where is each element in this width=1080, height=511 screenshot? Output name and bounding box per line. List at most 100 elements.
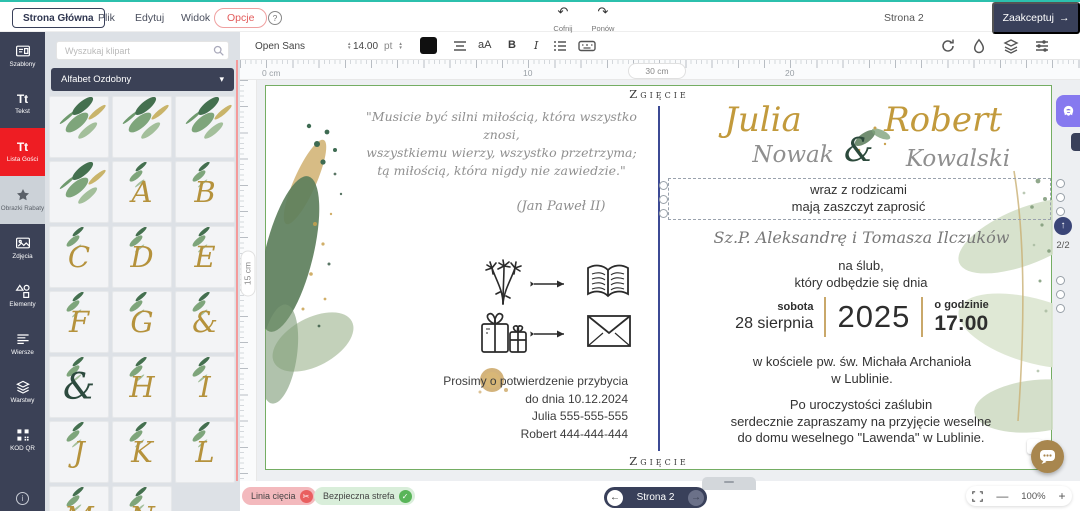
fit-screen-icon[interactable] — [972, 491, 983, 502]
info-button[interactable]: i — [0, 488, 45, 506]
help-icon[interactable]: ? — [268, 11, 282, 25]
guest-list-icon: Tt — [17, 141, 28, 154]
letter-tile-l[interactable]: L — [175, 421, 235, 483]
selection-handle[interactable] — [1056, 276, 1065, 285]
ink-drop-icon[interactable] — [971, 38, 987, 54]
text-color-swatch[interactable] — [420, 37, 437, 54]
undo-button[interactable]: ↶ Cofnij — [545, 5, 581, 36]
time-label: o godzinie — [934, 299, 988, 312]
intro-text[interactable]: wraz z rodzicami mają zaszczyt zaprosić — [736, 181, 981, 215]
quote-text[interactable]: "Musicie być silni miłością, która wszys… — [354, 108, 649, 180]
selection-handle[interactable] — [659, 181, 668, 190]
rail-item-wiersze[interactable]: Wiersze — [0, 320, 45, 368]
envelope-icon — [586, 314, 632, 348]
font-size-select[interactable]: 14.00 pt ▲▼ — [353, 32, 403, 60]
day: 28 sierpnia — [735, 314, 813, 333]
assistant-button[interactable] — [1056, 95, 1080, 127]
rail-item-kod-qr[interactable]: KOD QR — [0, 416, 45, 464]
menu-plik[interactable]: Plik — [98, 12, 115, 24]
clipart-tile[interactable] — [49, 96, 109, 158]
home-button[interactable]: Strona Główna — [12, 8, 105, 28]
rail-item-warstwy[interactable]: Warstwy — [0, 368, 45, 416]
names-ampersand[interactable]: & — [844, 130, 873, 169]
letter-tile-g[interactable]: G — [112, 291, 172, 353]
rail-item-lista-gosci[interactable]: Tt Lista Gości — [0, 128, 45, 176]
letter-tile-n[interactable]: N — [112, 486, 172, 511]
rail-item-obrazki-rabaty[interactable]: Obrazki Rabaty — [0, 176, 45, 224]
groom-last-name[interactable]: Kowalski — [878, 146, 1038, 172]
format-toolbar: Open Sans ▲▼ 14.00 pt ▲▼ aA B I — [240, 32, 1080, 60]
party-text[interactable]: Po uroczystości zaślubin serdecznie zapr… — [679, 397, 1043, 447]
letter-tile-h[interactable]: H — [112, 356, 172, 418]
invitation-page[interactable]: Zgięcie Zgięcie "Musicie być silni miłoś… — [265, 85, 1052, 470]
italic-button[interactable]: I — [534, 39, 538, 52]
chat-button[interactable] — [1031, 440, 1064, 473]
quote-author[interactable]: (Jan Paweł II) — [476, 199, 646, 214]
text-case-button[interactable]: aA — [478, 39, 491, 51]
letter-tile-c[interactable]: C — [49, 226, 109, 288]
letter-tile-j[interactable]: J — [49, 421, 109, 483]
rail-item-zdjecia[interactable]: Zdjęcia — [0, 224, 45, 272]
category-dropdown[interactable]: Alfabet Ozdobny ▾ — [51, 68, 234, 91]
scroll-up-button[interactable]: ↑ — [1054, 217, 1072, 235]
letter-tile-k[interactable]: K — [112, 421, 172, 483]
letter-tile-e[interactable]: E — [175, 226, 235, 288]
topbar: Strona Główna Plik Edytuj Widok Opcje ? … — [0, 0, 1080, 32]
list-icon[interactable] — [552, 38, 568, 54]
ampersand-tile[interactable]: & — [175, 291, 235, 353]
rotate-icon[interactable] — [940, 38, 956, 54]
ruler-label: 20 — [785, 68, 794, 78]
selection-handle[interactable] — [1056, 290, 1065, 299]
align-center-icon[interactable] — [452, 38, 468, 54]
guests-names[interactable]: Sz.P. Aleksandrę i Tomasza Ilczuków — [694, 228, 1029, 247]
panel-scroll-indicator[interactable] — [236, 60, 238, 481]
date-block[interactable]: sobota 28 sierpnia 2025 o godzinie 17:00 — [706, 293, 1018, 341]
photos-icon — [15, 235, 31, 251]
letter-tile-i[interactable]: I — [175, 356, 235, 418]
selection-handle[interactable] — [659, 209, 668, 218]
rail-item-szablony[interactable]: Szablony — [0, 32, 45, 80]
accept-button[interactable]: Zaakceptuj → — [992, 2, 1080, 34]
zoom-in-button[interactable]: + — [1058, 489, 1065, 503]
layers-icon[interactable] — [1003, 38, 1019, 54]
clipart-tile[interactable] — [175, 96, 235, 158]
letter-tile-b[interactable]: B — [175, 161, 235, 223]
bold-button[interactable]: B — [508, 39, 516, 51]
special-characters-icon[interactable] — [578, 38, 596, 54]
safe-zone-toggle[interactable]: Bezpieczna strefa ✓ — [314, 487, 415, 505]
collapsed-panel-tab[interactable] — [1071, 133, 1080, 151]
zoom-out-button[interactable]: — — [996, 489, 1008, 503]
clipart-tile[interactable] — [49, 161, 109, 223]
search-input[interactable] — [56, 41, 229, 60]
font-family-select[interactable]: Open Sans ▲▼ — [255, 32, 352, 60]
canvas[interactable]: Zgięcie Zgięcie "Musicie być silni miłoś… — [240, 80, 1080, 481]
menu-widok[interactable]: Widok — [181, 12, 210, 24]
selection-handle[interactable] — [1056, 304, 1065, 313]
previous-page-button[interactable]: ← — [607, 490, 623, 506]
menu-edytuj[interactable]: Edytuj — [135, 12, 164, 24]
next-page-button[interactable]: → — [688, 490, 704, 506]
bride-first-name[interactable]: Julia — [678, 100, 848, 140]
selection-handle[interactable] — [1056, 207, 1065, 216]
church-text[interactable]: w kościele pw. św. Michała Archanioła w … — [706, 353, 1018, 387]
rsvp-text[interactable]: Prosimy o potwierdzenie przybycia do dni… — [406, 373, 628, 443]
groom-first-name[interactable]: Robert — [858, 100, 1028, 140]
letter-tile-a[interactable]: A — [112, 161, 172, 223]
selection-handle[interactable] — [1056, 193, 1065, 202]
redo-button[interactable]: ↷ Ponów — [585, 5, 621, 36]
event-text[interactable]: na ślub, który odbędzie się dnia — [736, 257, 986, 291]
rail-item-tekst[interactable]: Tt Tekst — [0, 80, 45, 128]
letter-tile-d[interactable]: D — [112, 226, 172, 288]
selection-handle[interactable] — [1056, 179, 1065, 188]
cut-line-toggle[interactable]: Linia cięcia ✂ — [242, 487, 316, 505]
letter-tile-f[interactable]: F — [49, 291, 109, 353]
rail-item-elementy[interactable]: Elementy — [0, 272, 45, 320]
adjustments-icon[interactable] — [1034, 38, 1050, 54]
options-button[interactable]: Opcje — [214, 8, 267, 28]
redo-icon: ↷ — [585, 5, 621, 18]
selection-handle[interactable] — [659, 195, 668, 204]
letter-tile-m[interactable]: M — [49, 486, 109, 511]
ampersand-dark-tile[interactable]: & — [49, 356, 109, 418]
page-nav-tab[interactable] — [702, 477, 756, 490]
clipart-tile[interactable] — [112, 96, 172, 158]
